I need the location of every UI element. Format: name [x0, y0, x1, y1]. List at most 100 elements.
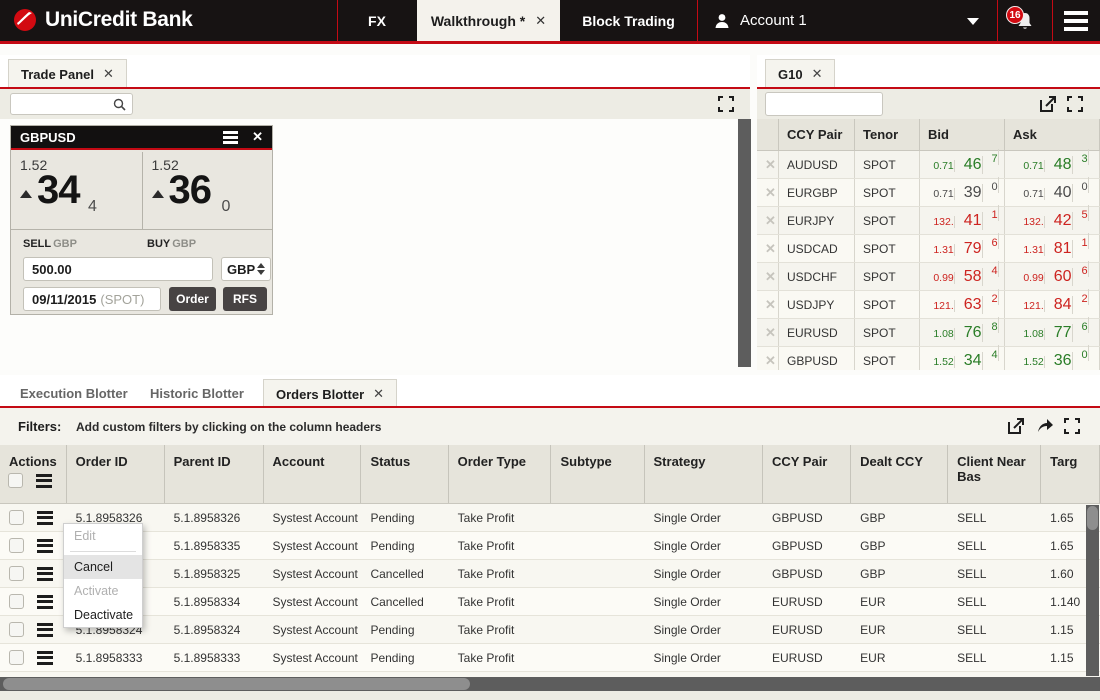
- order-button[interactable]: Order: [169, 287, 216, 311]
- bid-price[interactable]: 121.632: [920, 291, 1005, 318]
- close-icon[interactable]: ✕: [252, 129, 263, 145]
- row-checkbox[interactable]: [9, 510, 24, 525]
- ask-price[interactable]: 0.71483: [1005, 151, 1100, 178]
- blotter-vscrollbar-track[interactable]: [1086, 505, 1099, 676]
- remove-pair-icon[interactable]: ✕: [757, 347, 779, 370]
- column-header-tenor[interactable]: Tenor: [855, 119, 920, 150]
- column-header-actions[interactable]: Actions: [0, 445, 67, 503]
- bid-price[interactable]: 0.99584: [920, 263, 1005, 290]
- rfs-button[interactable]: RFS: [223, 287, 267, 311]
- row-checkbox[interactable]: [9, 594, 24, 609]
- row-menu-icon[interactable]: [37, 511, 53, 525]
- bid-price[interactable]: 1.52344: [920, 347, 1005, 370]
- tab-g10[interactable]: G10 ✕: [765, 59, 835, 88]
- blotter-vscrollbar-thumb[interactable]: [1087, 506, 1098, 530]
- blotter-hscrollbar-thumb[interactable]: [3, 678, 470, 690]
- remove-pair-icon[interactable]: ✕: [757, 291, 779, 318]
- popout-icon[interactable]: [1008, 418, 1024, 434]
- table-row[interactable]: 5.1.89583345.1.8958334Systest Account 1C…: [0, 588, 1100, 616]
- bid-price[interactable]: 1.31796: [920, 235, 1005, 262]
- ask-price[interactable]: 132.425: [1005, 207, 1100, 234]
- select-all-checkbox[interactable]: [8, 473, 23, 488]
- table-row[interactable]: 5.1.89583255.1.8958325Systest Account 1C…: [0, 560, 1100, 588]
- remove-pair-icon[interactable]: ✕: [757, 235, 779, 262]
- bid-price[interactable]: 132.411: [920, 207, 1005, 234]
- column-header-ask[interactable]: Ask: [1005, 119, 1100, 150]
- tab-orders-blotter[interactable]: Orders Blotter ✕: [263, 379, 397, 408]
- currency-select[interactable]: GBP: [221, 257, 271, 281]
- tab-walkthrough[interactable]: Walkthrough * ✕: [417, 0, 560, 41]
- ask-price[interactable]: 0.99606: [1005, 263, 1100, 290]
- column-header-account[interactable]: Account: [264, 445, 362, 503]
- row-menu-icon[interactable]: [37, 539, 53, 553]
- tab-historic-blotter[interactable]: Historic Blotter: [138, 379, 256, 408]
- column-header-order-id[interactable]: Order ID: [67, 445, 165, 503]
- column-header-order-type[interactable]: Order Type: [449, 445, 552, 503]
- table-row[interactable]: 5.1.89583265.1.8958326Systest Account 1P…: [0, 504, 1100, 532]
- cell-subtype: [551, 560, 644, 587]
- amount-input[interactable]: 500.00: [23, 257, 213, 281]
- column-header-dealt-ccy[interactable]: Dealt CCY: [851, 445, 948, 503]
- remove-pair-icon[interactable]: ✕: [757, 263, 779, 290]
- g10-filter-input[interactable]: [765, 92, 883, 116]
- main-menu-button[interactable]: [1052, 0, 1100, 41]
- popout-icon[interactable]: [1040, 96, 1056, 112]
- notifications-button[interactable]: 16: [997, 0, 1052, 41]
- trade-panel-scrollbar[interactable]: [738, 119, 751, 367]
- column-header-client-near-bas[interactable]: Client Near Bas: [948, 445, 1041, 503]
- table-row[interactable]: 5.1.89583335.1.8958333Systest Account 1P…: [0, 644, 1100, 672]
- close-icon[interactable]: ✕: [103, 66, 114, 82]
- column-header-ccy-pair[interactable]: CCY Pair: [763, 445, 851, 503]
- tab-block-trading[interactable]: Block Trading: [560, 0, 697, 41]
- buy-price-tile[interactable]: 1.52 36 0: [142, 152, 273, 229]
- row-menu-icon[interactable]: [37, 651, 53, 665]
- column-header-parent-id[interactable]: Parent ID: [165, 445, 264, 503]
- remove-pair-icon[interactable]: ✕: [757, 151, 779, 178]
- remove-pair-icon[interactable]: ✕: [757, 207, 779, 234]
- row-menu-icon[interactable]: [37, 595, 53, 609]
- blotter-hscrollbar-track[interactable]: [0, 677, 1100, 691]
- remove-pair-icon[interactable]: ✕: [757, 179, 779, 206]
- tab-execution-blotter[interactable]: Execution Blotter: [8, 379, 140, 408]
- row-menu-icon[interactable]: [37, 567, 53, 581]
- bid-price[interactable]: 0.71467: [920, 151, 1005, 178]
- column-header-subtype[interactable]: Subtype: [551, 445, 644, 503]
- bulk-actions-icon[interactable]: [36, 474, 52, 488]
- ask-price[interactable]: 121.842: [1005, 291, 1100, 318]
- ask-price[interactable]: 1.52360: [1005, 347, 1100, 370]
- tab-trade-panel[interactable]: Trade Panel ✕: [8, 59, 127, 88]
- menu-item-deactivate[interactable]: Deactivate: [64, 603, 142, 627]
- account-selector[interactable]: Account 1: [697, 0, 997, 41]
- ask-price[interactable]: 1.08776: [1005, 319, 1100, 346]
- close-icon[interactable]: ✕: [812, 66, 823, 82]
- column-header-strategy[interactable]: Strategy: [645, 445, 763, 503]
- row-checkbox[interactable]: [9, 538, 24, 553]
- bid-price[interactable]: 0.71390: [920, 179, 1005, 206]
- share-icon[interactable]: [1036, 417, 1054, 434]
- column-header-bid[interactable]: Bid: [920, 119, 1005, 150]
- tab-fx[interactable]: FX: [337, 0, 417, 41]
- sell-price-tile[interactable]: 1.52 34 4: [11, 152, 142, 229]
- remove-pair-icon[interactable]: ✕: [757, 319, 779, 346]
- ask-price[interactable]: 0.71400: [1005, 179, 1100, 206]
- column-header-ccy-pair[interactable]: CCY Pair: [779, 119, 855, 150]
- table-row[interactable]: 5.1.89583245.1.8958324Systest Account 1P…: [0, 616, 1100, 644]
- close-icon[interactable]: ✕: [373, 386, 384, 402]
- value-date-input[interactable]: 09/11/2015 (SPOT): [23, 287, 161, 311]
- fullscreen-icon[interactable]: [718, 96, 734, 112]
- column-header-targ[interactable]: Targ: [1041, 445, 1100, 503]
- ask-price[interactable]: 1.31811: [1005, 235, 1100, 262]
- row-menu-icon[interactable]: [37, 623, 53, 637]
- row-checkbox[interactable]: [9, 622, 24, 637]
- close-icon[interactable]: ✕: [535, 13, 546, 29]
- fullscreen-icon[interactable]: [1067, 96, 1083, 112]
- fullscreen-icon[interactable]: [1064, 418, 1080, 434]
- menu-item-cancel[interactable]: Cancel: [64, 555, 142, 579]
- column-header-status[interactable]: Status: [361, 445, 448, 503]
- bid-price[interactable]: 1.08768: [920, 319, 1005, 346]
- widget-menu-icon[interactable]: [223, 131, 238, 144]
- row-checkbox[interactable]: [9, 650, 24, 665]
- table-row[interactable]: 5.1.89583355.1.8958335Systest Account 1P…: [0, 532, 1100, 560]
- row-checkbox[interactable]: [9, 566, 24, 581]
- cell-ccy-pair: GBPUSD: [763, 560, 851, 587]
